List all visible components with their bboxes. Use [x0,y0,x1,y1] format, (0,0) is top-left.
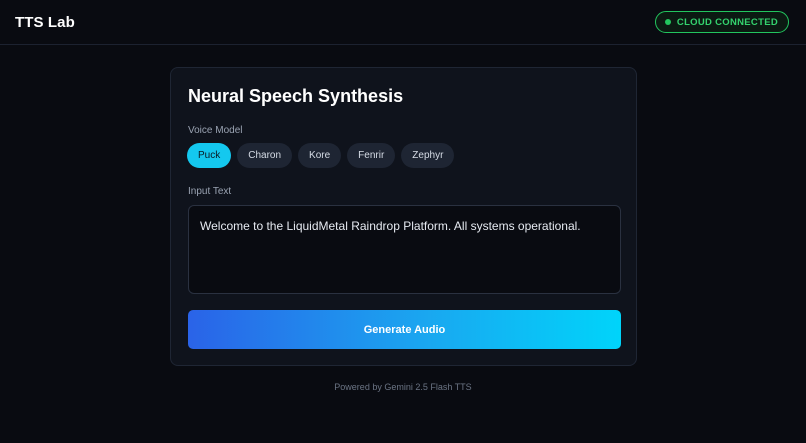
generate-audio-button[interactable]: Generate Audio [188,310,621,349]
status-dot-icon [664,19,671,25]
voice-chip-zephyr[interactable]: Zephyr [401,143,455,168]
voice-chip-fenrir[interactable]: Fenrir [347,143,396,168]
voice-model-selector: Puck Charon Kore Fenrir Zephyr [187,143,455,168]
input-text-field[interactable]: Welcome to the LiquidMetal Raindrop Plat… [188,205,621,294]
footer-credit: Powered by Gemini 2.5 Flash TTS [334,382,472,392]
app-header: TTS Lab CLOUD CONNECTED [0,0,806,45]
synthesis-card: Neural Speech Synthesis Voice Model Puck… [170,67,637,366]
input-text-label: Input Text [188,186,232,197]
app-title: TTS Lab [15,13,75,31]
voice-chip-puck[interactable]: Puck [187,143,232,168]
connection-status-badge: CLOUD CONNECTED [654,11,789,33]
voice-chip-kore[interactable]: Kore [298,143,342,168]
card-title: Neural Speech Synthesis [188,86,404,106]
connection-status-label: CLOUD CONNECTED [676,16,778,28]
voice-chip-charon[interactable]: Charon [237,143,293,168]
voice-model-label: Voice Model [188,125,243,136]
